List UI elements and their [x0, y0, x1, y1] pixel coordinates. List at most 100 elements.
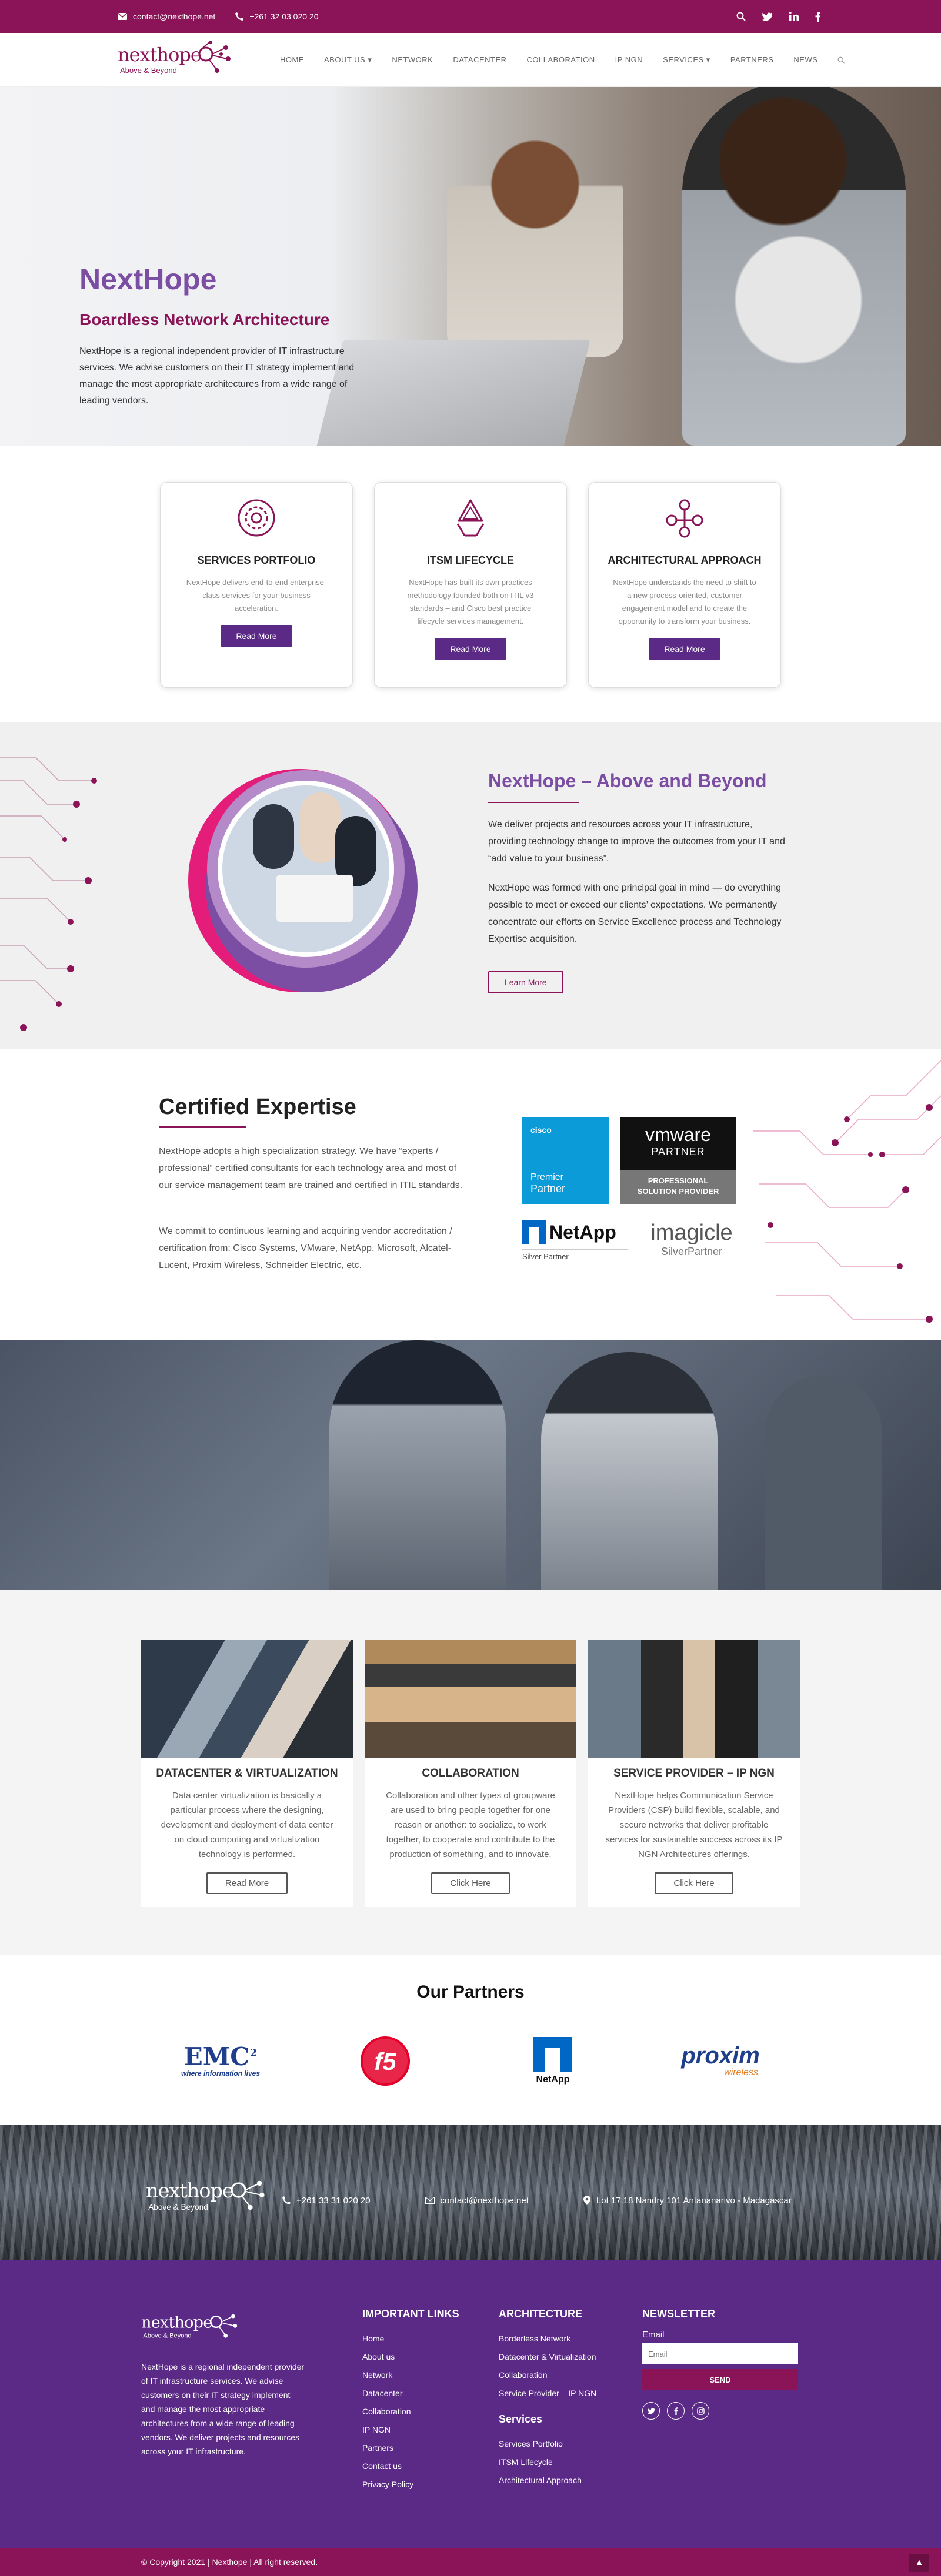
topbar-email[interactable]: contact@nexthope.net [118, 12, 215, 21]
main-navigation: nexthope Above & Beyond Home About us ▾ … [0, 33, 941, 87]
cisco-badge-line1: Premier [530, 1172, 564, 1182]
hero-photo-woman [682, 87, 906, 446]
nav-item-collaboration[interactable]: Collaboration [527, 55, 595, 65]
contact-phone[interactable]: +261 33 31 020 20 [282, 2196, 371, 2206]
imagicle-badge-sub: SilverPartner [660, 1246, 723, 1257]
service-card-text: NextHope has built its own practices met… [407, 578, 534, 625]
about-paragraph-2: NextHope was formed with one principal g… [488, 883, 782, 944]
envelope-icon [425, 2197, 435, 2204]
nav-item-ipngn[interactable]: IP NGN [615, 55, 643, 65]
solutions-section: Datacenter & Virtualization Data center … [0, 1590, 941, 1955]
hero-photo-man [447, 111, 623, 357]
footer-link-services-portfolio[interactable]: Services Portfolio [499, 2435, 596, 2453]
team-photo-banner [0, 1340, 941, 1590]
netapp-logo-text: NetApp [549, 1221, 616, 1243]
topbar-phone-text: +261 32 03 020 20 [249, 12, 319, 21]
cisco-logo-text: cisco [530, 1125, 552, 1135]
newsletter-email-label: Email [642, 2330, 665, 2340]
footer-link-about[interactable]: About us [362, 2348, 459, 2366]
nav-item-services[interactable]: Services ▾ [663, 55, 710, 65]
footer-link-partners[interactable]: Partners [362, 2439, 459, 2457]
netapp-logo-icon [533, 2037, 572, 2072]
about-title: NextHope – Above and Beyond [488, 770, 767, 791]
search-icon[interactable] [736, 12, 746, 21]
svg-text:Above & Beyond: Above & Beyond [120, 66, 177, 75]
footer-link-datacenter-virt[interactable]: Datacenter & Virtualization [499, 2348, 596, 2366]
collaboration-photo [365, 1640, 576, 1758]
nav-item-home[interactable]: Home [280, 55, 304, 65]
topbar-phone[interactable]: +261 32 03 020 20 [235, 12, 318, 21]
newsletter-send-button[interactable]: SEND [642, 2369, 798, 2390]
footer-link-privacy[interactable]: Privacy Policy [362, 2475, 459, 2494]
footer-link-service-provider[interactable]: Service Provider – IP NGN [499, 2384, 596, 2403]
newsletter-email-input[interactable] [642, 2343, 798, 2364]
footer-link-collaboration[interactable]: Collaboration [362, 2403, 459, 2421]
facebook-icon[interactable] [667, 2402, 685, 2420]
solution-card-title: Collaboration [422, 1767, 519, 1779]
proxim-tagline: wireless [724, 2068, 758, 2077]
nav-item-network[interactable]: Network [392, 55, 433, 65]
partner-logo-netapp[interactable]: NetApp [518, 2032, 588, 2090]
phone-icon [282, 2196, 291, 2204]
vmware-logo-text: vmware [645, 1124, 711, 1145]
title-underline [159, 1126, 246, 1128]
twitter-icon[interactable] [762, 12, 773, 21]
footer-link-ipngn[interactable]: IP NGN [362, 2421, 459, 2439]
twitter-icon[interactable] [642, 2402, 660, 2420]
nav-item-partners[interactable]: Partners [730, 55, 774, 65]
about-section: NextHope – Above and Beyond We deliver p… [0, 722, 941, 1049]
learn-more-button[interactable]: Learn More [488, 971, 563, 993]
partner-logo-f5[interactable]: f5 [353, 2032, 418, 2090]
partner-logo-emc[interactable]: EMC2 where information lives [165, 2032, 276, 2090]
linkedin-icon[interactable] [789, 12, 799, 21]
hero-subtitle: Boardless Network Architecture [79, 310, 330, 329]
footer-link-architectural[interactable]: Architectural Approach [499, 2471, 596, 2490]
datacenter-photo [141, 1640, 353, 1758]
people-network-icon [661, 494, 708, 541]
read-more-button[interactable]: Read More [649, 638, 720, 660]
search-icon[interactable] [837, 55, 846, 65]
solution-card-text: NextHope helps Communication Service Pro… [605, 1791, 783, 1859]
nav-item-about[interactable]: About us ▾ [324, 55, 372, 65]
footer-link-datacenter[interactable]: Datacenter [362, 2384, 459, 2403]
chevron-down-icon: ▾ [368, 55, 372, 64]
footer-important-links: IMPORTANT LINKS Home About us Network Da… [362, 2308, 459, 2494]
back-to-top-button[interactable]: ▲ [909, 2554, 929, 2572]
emc-tagline: where information lives [181, 2069, 261, 2077]
phone-icon [235, 12, 244, 21]
about-image-rings [188, 769, 418, 992]
netapp-logo-icon [522, 1220, 546, 1244]
instagram-icon[interactable] [692, 2402, 709, 2420]
partner-logo-proxim[interactable]: proxim wireless [665, 2032, 776, 2090]
svg-text:nexthope: nexthope [118, 44, 201, 66]
contact-strip: nexthope Above & Beyond +261 33 31 020 2… [0, 2125, 941, 2260]
facebook-icon[interactable] [815, 11, 820, 22]
footer-link-network[interactable]: Network [362, 2366, 459, 2384]
read-more-button[interactable]: Read More [206, 1872, 288, 1894]
solution-card-collaboration: Collaboration Collaboration and other ty… [365, 1640, 576, 1907]
service-card-itsm: ITSM LIFECYCLE NextHope has built its ow… [374, 482, 567, 688]
footer-link-itsm[interactable]: ITSM Lifecycle [499, 2453, 596, 2471]
service-card-title: ITSM LIFECYCLE [427, 554, 514, 566]
click-here-button[interactable]: Click Here [655, 1872, 733, 1894]
solution-card-ipngn: Service Provider – IP NGN NextHope helps… [588, 1640, 800, 1907]
footer-logo[interactable]: nexthope Above & Beyond [141, 2308, 241, 2346]
contact-phone-text: +261 33 31 020 20 [296, 2195, 371, 2206]
certified-title: Certified Expertise [159, 1095, 356, 1119]
svg-text:Above & Beyond: Above & Beyond [143, 2333, 191, 2340]
read-more-button[interactable]: Read More [435, 638, 506, 660]
footer-link-borderless[interactable]: Borderless Network [499, 2330, 596, 2348]
solution-card-text: Collaboration and other types of groupwa… [386, 1791, 555, 1859]
footer-link-collaboration[interactable]: Collaboration [499, 2366, 596, 2384]
contact-email[interactable]: contact@nexthope.net [425, 2196, 529, 2206]
read-more-button[interactable]: Read More [221, 625, 292, 647]
footer-column-title: ARCHITECTURE [499, 2308, 582, 2320]
nav-item-datacenter[interactable]: Datacenter [453, 55, 506, 65]
footer-link-home[interactable]: Home [362, 2330, 459, 2348]
site-logo[interactable]: nexthope Above & Beyond [118, 41, 235, 79]
footer-link-contact[interactable]: Contact us [362, 2457, 459, 2475]
nav-item-news[interactable]: News [793, 55, 817, 65]
solution-card-datacenter: Datacenter & Virtualization Data center … [141, 1640, 353, 1907]
footer-logo-white[interactable]: nexthope Above & Beyond [146, 2173, 269, 2220]
click-here-button[interactable]: Click Here [431, 1872, 510, 1894]
